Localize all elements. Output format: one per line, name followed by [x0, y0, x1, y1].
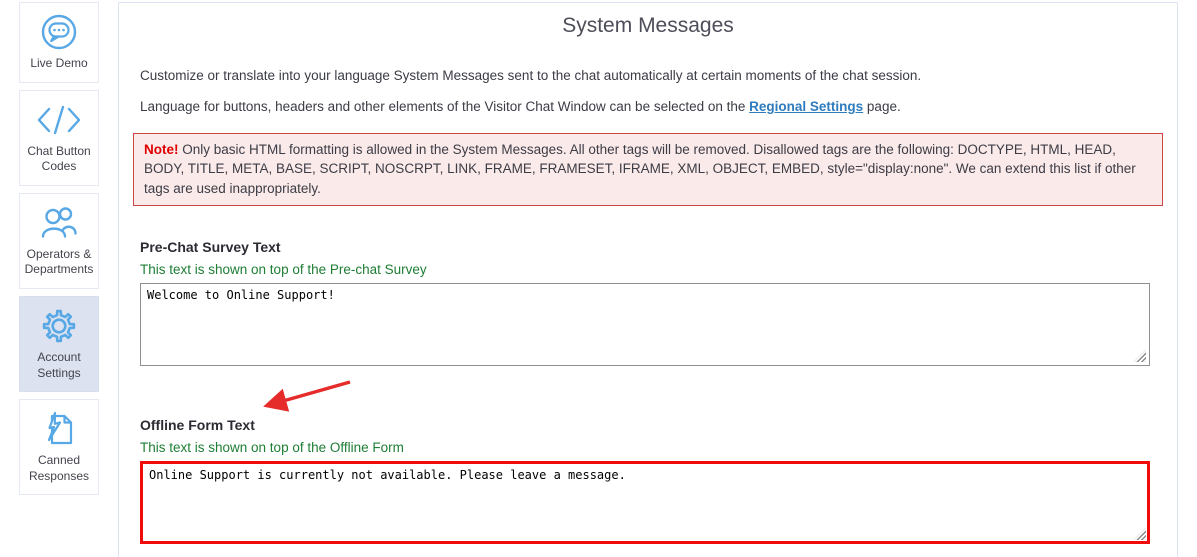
offline-form-textarea[interactable]: Online Support is currently not availabl… [140, 461, 1150, 544]
section-pre-chat-survey: Pre-Chat Survey Text This text is shown … [119, 239, 1177, 366]
pre-chat-survey-heading: Pre-Chat Survey Text [140, 239, 1177, 255]
sidebar-item-label: Live Demo [30, 56, 87, 72]
code-icon [36, 100, 82, 140]
sidebar-item-account-settings[interactable]: Account Settings [19, 296, 99, 392]
sidebar: Live Demo Chat Button Codes Operators & … [19, 2, 99, 502]
chat-bubble-icon [36, 12, 82, 52]
main-panel: System Messages Customize or translate i… [118, 2, 1178, 557]
sidebar-item-label: Canned Responses [23, 453, 95, 484]
sidebar-item-label: Account Settings [23, 350, 95, 381]
sidebar-item-label: Operators & Departments [23, 247, 95, 278]
intro-text-1: Customize or translate into your languag… [140, 67, 1150, 86]
note-box: Note! Only basic HTML formatting is allo… [133, 133, 1163, 207]
people-icon [36, 203, 82, 243]
lightning-document-icon [36, 409, 82, 449]
regional-settings-link[interactable]: Regional Settings [749, 99, 863, 114]
note-label: Note! [144, 142, 179, 157]
intro-text-2: Language for buttons, headers and other … [140, 98, 1150, 117]
annotation-arrow-icon [257, 377, 355, 413]
pre-chat-survey-textarea[interactable]: Welcome to Online Support! [140, 283, 1150, 366]
sidebar-item-canned-responses[interactable]: Canned Responses [19, 399, 99, 495]
sidebar-item-chat-button-codes[interactable]: Chat Button Codes [19, 90, 99, 186]
intro-text-2-prefix: Language for buttons, headers and other … [140, 99, 749, 114]
page-title: System Messages [119, 14, 1177, 38]
sidebar-item-operators-departments[interactable]: Operators & Departments [19, 193, 99, 289]
offline-form-heading: Offline Form Text [140, 417, 1177, 433]
section-offline-form: Offline Form Text This text is shown on … [119, 417, 1177, 544]
pre-chat-survey-hint: This text is shown on top of the Pre-cha… [140, 262, 1177, 277]
sidebar-item-live-demo[interactable]: Live Demo [19, 2, 99, 83]
offline-form-textarea-wrap: Online Support is currently not availabl… [140, 461, 1150, 544]
pre-chat-survey-textarea-wrap: Welcome to Online Support! [140, 283, 1150, 366]
note-text: Only basic HTML formatting is allowed in… [144, 142, 1136, 196]
intro-text-2-suffix: page. [863, 99, 901, 114]
sidebar-item-label: Chat Button Codes [23, 144, 95, 175]
gear-icon [36, 306, 82, 346]
offline-form-hint: This text is shown on top of the Offline… [140, 440, 1177, 455]
